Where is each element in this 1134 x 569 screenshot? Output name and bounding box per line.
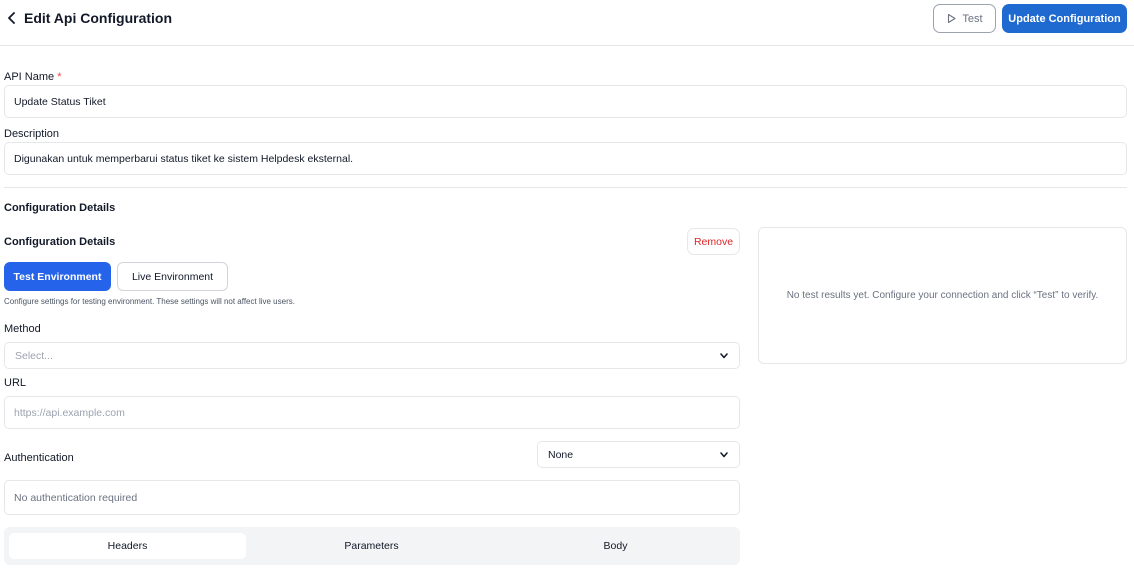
section-divider — [4, 187, 1127, 188]
chevron-down-icon — [719, 351, 729, 361]
tab-headers[interactable]: Headers — [9, 533, 246, 559]
environment-hint: Configure settings for testing environme… — [4, 297, 295, 306]
api-name-label-text: API Name — [4, 71, 55, 83]
request-tabs: Headers Parameters Body — [4, 527, 740, 565]
test-results-empty-message: No test results yet. Configure your conn… — [786, 290, 1099, 301]
chevron-left-icon — [8, 12, 15, 24]
tab-body[interactable]: Body — [497, 533, 734, 559]
remove-button[interactable]: Remove — [687, 228, 740, 255]
required-mark: * — [57, 71, 62, 83]
authentication-label: Authentication — [4, 452, 74, 464]
api-name-value: Update Status Tiket — [14, 95, 106, 108]
tab-live-environment[interactable]: Live Environment — [117, 262, 228, 291]
method-select-placeholder: Select... — [15, 349, 53, 362]
tab-test-environment[interactable]: Test Environment — [4, 262, 111, 291]
test-button[interactable]: Test — [933, 4, 996, 33]
configuration-section-title: Configuration Details — [4, 202, 116, 214]
test-button-label: Test — [962, 12, 983, 25]
url-input[interactable]: https://api.example.com — [4, 396, 740, 429]
description-value: Digunakan untuk memperbarui status tiket… — [14, 152, 354, 165]
play-icon — [948, 13, 956, 24]
description-label: Description — [4, 128, 60, 140]
page-header: Edit Api Configuration Test Update Confi… — [0, 0, 1134, 46]
url-placeholder: https://api.example.com — [14, 406, 125, 419]
configuration-subsection-title: Configuration Details — [4, 236, 116, 248]
description-input[interactable]: Digunakan untuk memperbarui status tiket… — [4, 142, 1127, 175]
test-results-panel: No test results yet. Configure your conn… — [758, 227, 1127, 364]
authentication-selected: None — [548, 448, 574, 461]
method-select[interactable]: Select... — [4, 342, 740, 369]
authentication-info: No authentication required — [14, 491, 138, 504]
api-name-input[interactable]: Update Status Tiket — [4, 85, 1127, 118]
url-label: URL — [4, 377, 27, 389]
tab-parameters[interactable]: Parameters — [253, 533, 490, 559]
chevron-down-icon — [719, 450, 729, 460]
update-configuration-button[interactable]: Update Configuration — [1002, 4, 1127, 33]
authentication-select[interactable]: None — [537, 441, 740, 468]
authentication-info-box: No authentication required — [4, 480, 740, 515]
page-title: Edit Api Configuration — [24, 10, 173, 26]
back-button[interactable] — [4, 10, 20, 26]
api-name-label: API Name * — [4, 71, 61, 84]
method-label: Method — [4, 323, 41, 335]
